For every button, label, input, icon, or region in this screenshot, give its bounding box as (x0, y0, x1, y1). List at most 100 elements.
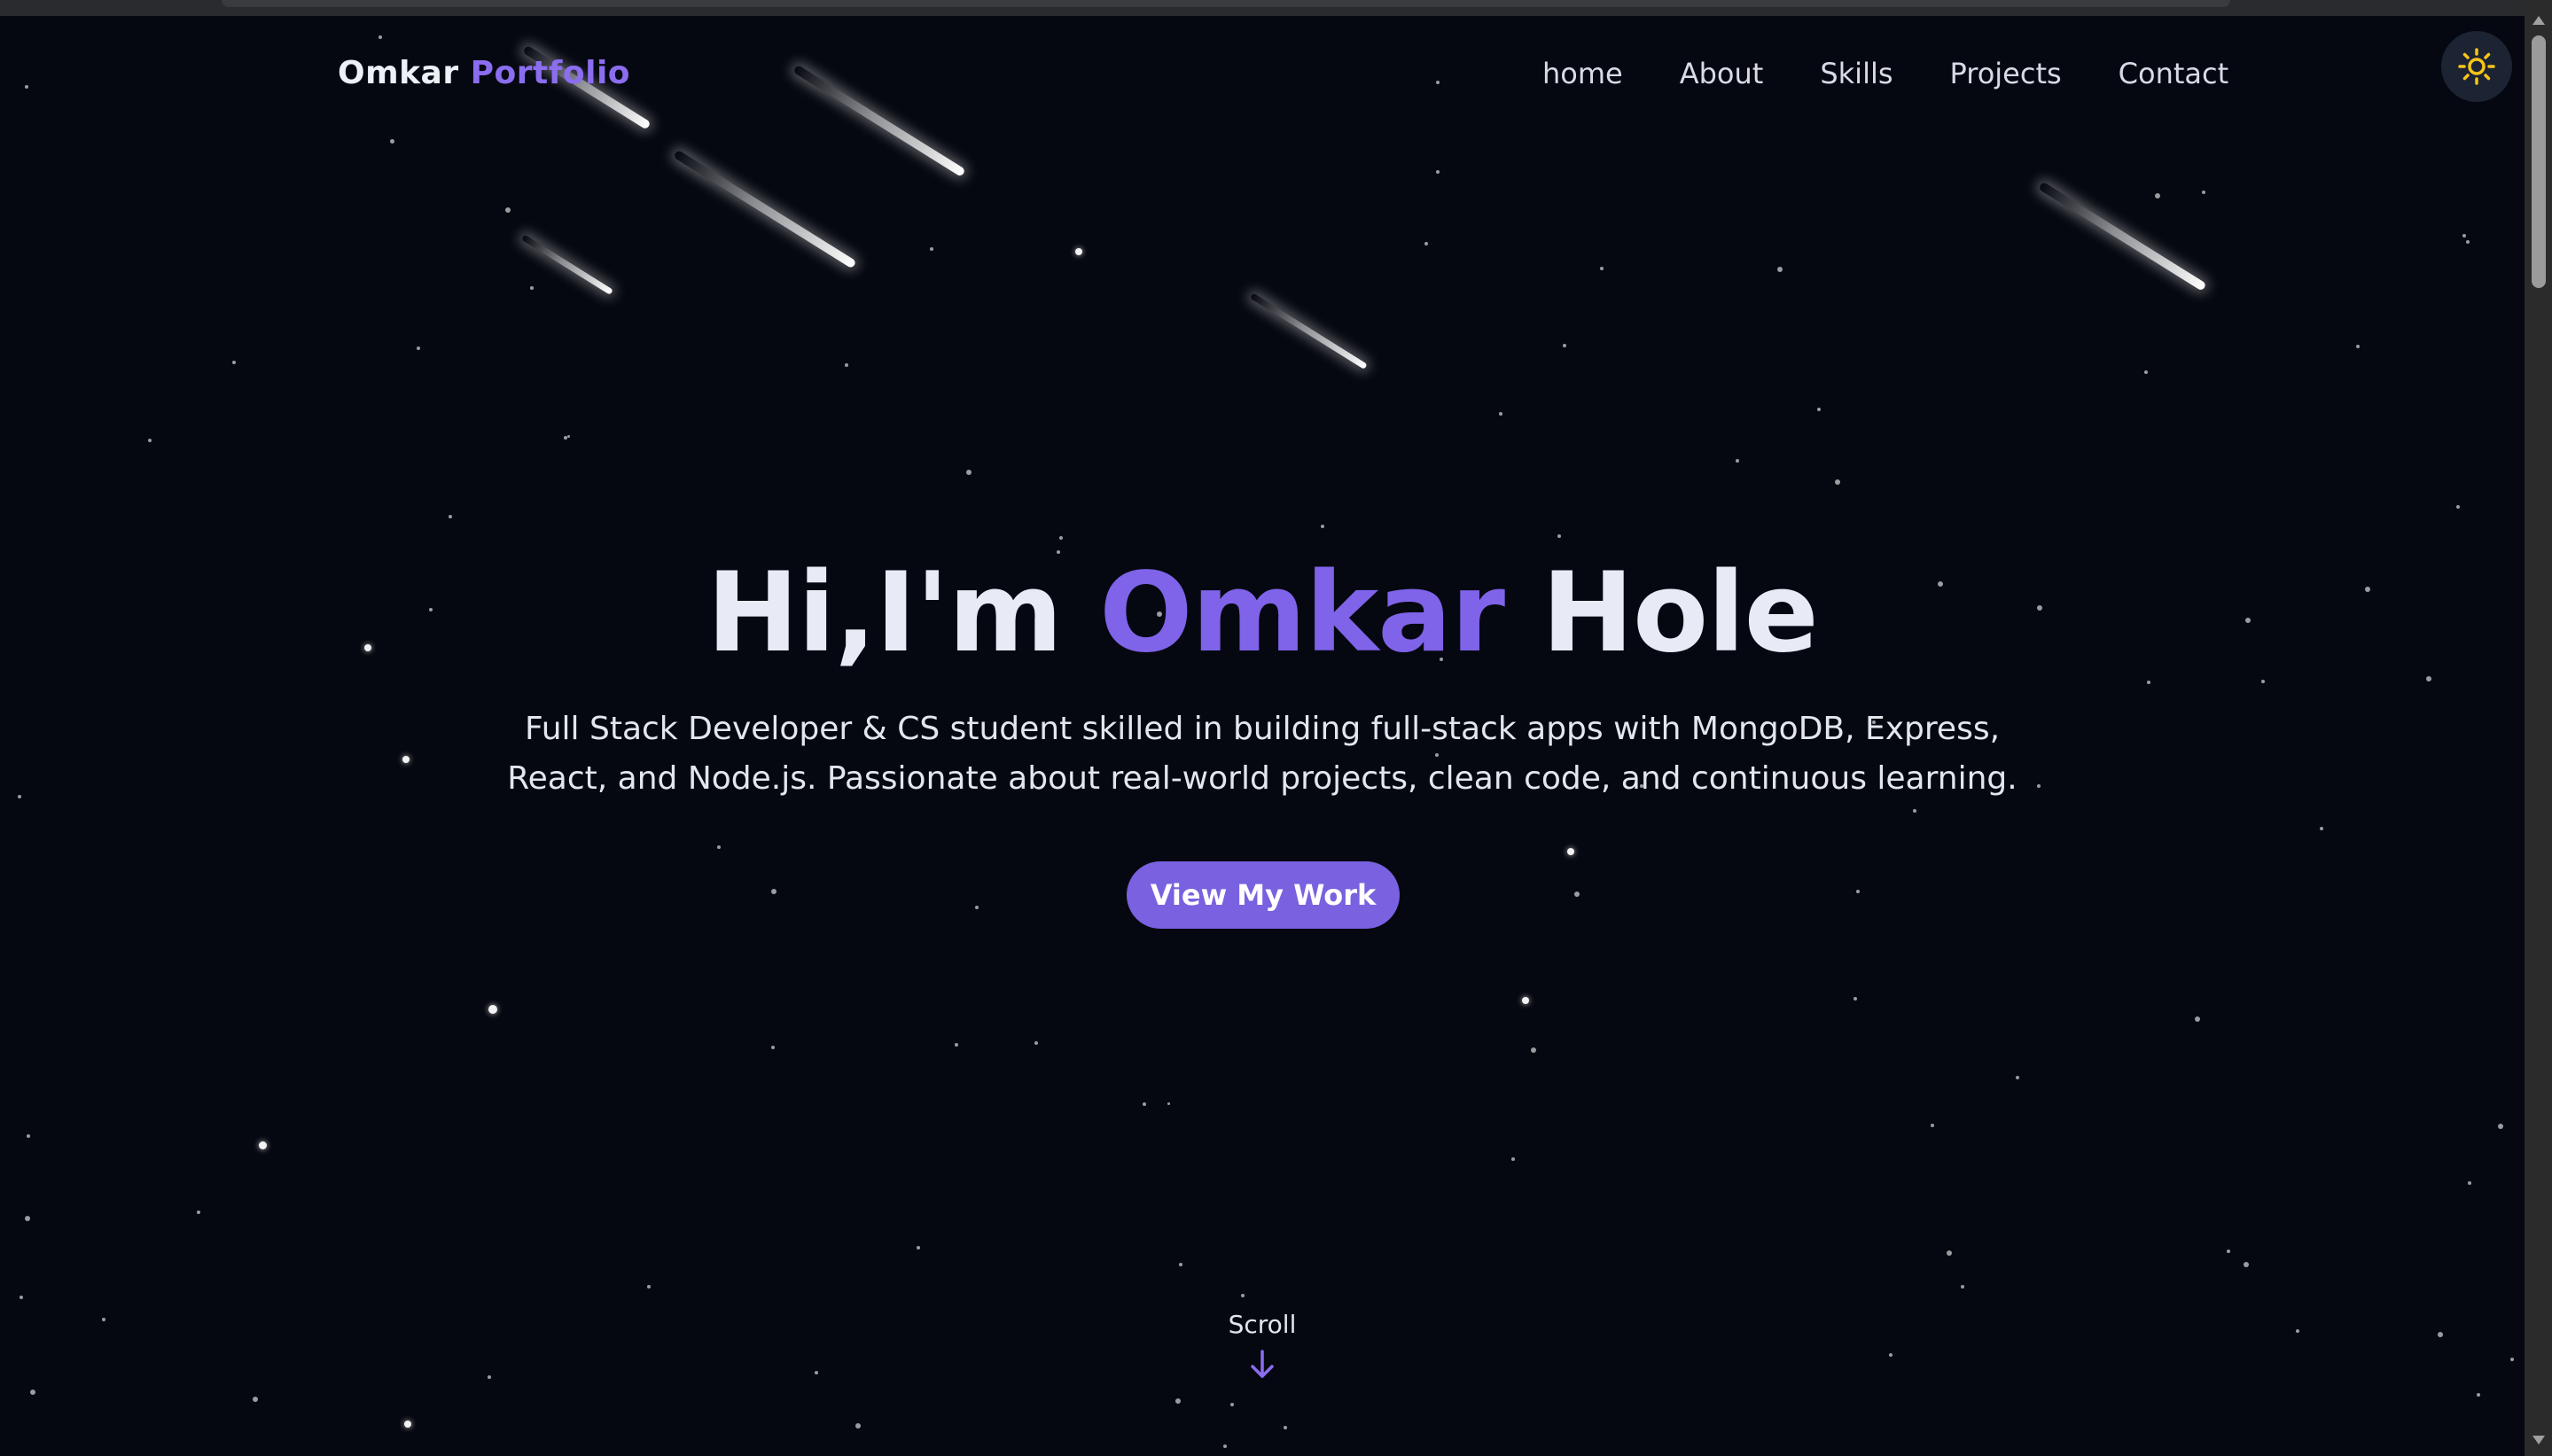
star (530, 286, 534, 290)
page-viewport: Omkar Portfolio home About Skills Projec… (0, 0, 2525, 1456)
vertical-scrollbar[interactable] (2525, 0, 2552, 1456)
star (27, 1134, 30, 1138)
star (25, 1216, 30, 1221)
star (2510, 1358, 2514, 1361)
star (2195, 1016, 2200, 1022)
star (505, 207, 511, 213)
star (2477, 1393, 2480, 1397)
star (2227, 1250, 2230, 1253)
star (402, 756, 410, 763)
browser-tab-strip (222, 0, 2230, 7)
star (2155, 193, 2160, 199)
star (1600, 267, 1604, 270)
star (975, 906, 979, 909)
star (197, 1211, 200, 1214)
star (1854, 997, 1857, 1001)
star (449, 515, 452, 518)
scroll-label[interactable]: Scroll (1174, 1310, 1351, 1339)
star (1075, 248, 1082, 255)
star (232, 361, 236, 364)
star (1961, 1285, 1964, 1289)
star (2261, 680, 2265, 683)
star (1777, 267, 1783, 272)
star (1835, 479, 1840, 485)
nav-link-contact[interactable]: Contact (2119, 57, 2229, 90)
star (1179, 1263, 1182, 1266)
arrow-down-icon[interactable] (1248, 1349, 1276, 1381)
star (1817, 408, 1821, 411)
view-my-work-button[interactable]: View My Work (1127, 861, 1400, 929)
star (404, 1421, 411, 1428)
star (1143, 1102, 1146, 1106)
star (2456, 505, 2460, 509)
star (930, 247, 933, 251)
star (771, 889, 777, 894)
star (2356, 345, 2360, 348)
star (771, 1046, 775, 1049)
star (1856, 890, 1860, 893)
star (1167, 1102, 1170, 1105)
hero-title: Hi,I'm Omkar Hole (0, 549, 2525, 677)
star (2016, 1076, 2019, 1079)
star (2144, 370, 2148, 374)
scrollbar-thumb[interactable] (2532, 35, 2546, 288)
star (917, 1246, 920, 1250)
star (148, 439, 152, 442)
brand-logo[interactable]: Omkar Portfolio (338, 55, 630, 91)
star (647, 1285, 651, 1289)
hero-first-name: Omkar (1099, 549, 1505, 677)
brand-second: Portfolio (470, 55, 631, 91)
star (2466, 240, 2470, 244)
nav-link-home[interactable]: home (1542, 57, 1623, 90)
star (1034, 1041, 1038, 1045)
star (1889, 1353, 1893, 1357)
star (417, 346, 420, 350)
brand-first: Omkar (338, 55, 459, 91)
star (1563, 344, 1566, 347)
navbar: Omkar Portfolio home About Skills Projec… (0, 0, 2525, 155)
star (1223, 1444, 1227, 1448)
star (1913, 809, 1916, 813)
star (1557, 534, 1561, 538)
star (2320, 827, 2323, 830)
star (2147, 681, 2150, 684)
star (1424, 242, 1428, 245)
scroll-down-arrow-icon[interactable] (2532, 1436, 2545, 1444)
star (815, 1371, 818, 1374)
star (1522, 997, 1529, 1004)
star (1499, 412, 1502, 416)
star (1567, 848, 1574, 855)
theme-toggle-button[interactable] (2441, 31, 2512, 102)
scroll-up-arrow-icon[interactable] (2532, 16, 2545, 25)
star (717, 845, 721, 849)
hero-greeting: Hi,I'm (706, 549, 1063, 677)
star (253, 1397, 258, 1402)
nav-link-projects[interactable]: Projects (1950, 57, 2062, 90)
star (567, 435, 570, 438)
star (855, 1423, 861, 1429)
star (1175, 1398, 1181, 1404)
star (20, 1296, 23, 1299)
star (1230, 1403, 1234, 1406)
star (2296, 1329, 2299, 1333)
hero-last-name: Hole (1541, 549, 1819, 677)
star (2462, 234, 2466, 237)
star (1284, 1426, 1287, 1429)
star (2202, 191, 2205, 194)
hero-subtitle: Full Stack Developer & CS student skille… (507, 711, 2017, 797)
star (2244, 1262, 2249, 1267)
star (2037, 784, 2041, 788)
star (1321, 525, 1324, 528)
nav-links: home About Skills Projects Contact (1542, 57, 2228, 90)
star (18, 795, 21, 798)
star (1241, 1294, 1245, 1297)
star (30, 1390, 35, 1395)
star (102, 1318, 105, 1321)
nav-link-about[interactable]: About (1680, 57, 1764, 90)
star (1947, 1250, 1952, 1256)
star (2468, 1181, 2471, 1185)
nav-link-skills[interactable]: Skills (1820, 57, 1893, 90)
star (1931, 1124, 1934, 1127)
star (1531, 1047, 1536, 1053)
star (2438, 1332, 2443, 1337)
